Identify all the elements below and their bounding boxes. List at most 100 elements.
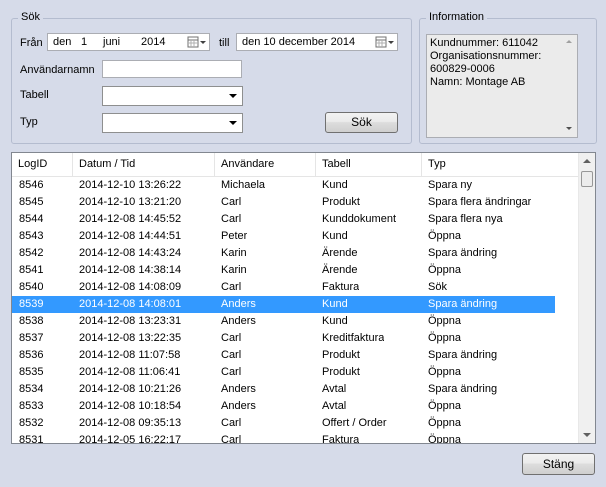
table-row[interactable]: 8541 2014-12-08 14:38:14 Karin Ärende Öppna [12,262,578,279]
cell-datetime: 2014-12-08 14:08:09 [79,281,182,293]
cell-logid: 8532 [19,417,44,429]
table-row[interactable]: 8532 2014-12-08 09:35:13 Carl Offert / Orde… [12,415,578,432]
cell-logid: 8546 [19,179,44,191]
cell-type: Spara ändring [428,298,498,310]
cell-type: Spara ändring [428,383,498,395]
table-select[interactable] [102,86,243,106]
cell-datetime: 2014-12-08 11:06:41 [79,366,181,378]
cell-type: Öppna [428,434,462,444]
username-input[interactable] [102,60,242,78]
cell-user: Anders [221,298,256,310]
cell-logid: 8535 [19,366,44,378]
calendar-dropdown-icon[interactable] [187,36,207,49]
cell-user: Anders [221,383,256,395]
from-date-picker[interactable]: den 1 juni 2014 [47,33,210,51]
cell-table: Avtal [322,400,347,412]
cell-user: Carl [221,332,242,344]
information-group-title: Information [426,11,488,23]
table-row[interactable]: 8542 2014-12-08 14:43:24 Karin Ärende Spara … [12,245,578,262]
search-button[interactable]: Sök [325,112,398,133]
cell-type: Spara ändring [428,247,498,259]
cell-logid: 8544 [19,213,44,225]
cell-datetime: 2014-12-08 09:35:13 [79,417,182,429]
column-header-logid[interactable]: LogID [12,153,73,176]
log-list-scrollbar[interactable] [578,153,595,443]
table-row[interactable]: 8539 2014-12-08 14:08:01 Anders Kund Spara ä… [12,296,555,313]
cell-table: Kund [322,230,348,242]
cell-type: Sök [428,281,447,293]
type-select[interactable] [102,113,243,133]
cell-user: Anders [221,400,256,412]
chevron-down-icon[interactable] [229,94,237,98]
cell-user: Carl [221,366,242,378]
cell-table: Ärende [322,264,358,276]
column-header-user[interactable]: Användare [215,153,316,176]
cell-table: Kund [322,298,348,310]
cell-datetime: 2014-12-08 14:44:51 [79,230,182,242]
cell-user: Carl [221,417,242,429]
cell-datetime: 2014-12-08 11:07:58 [79,349,181,361]
scroll-down-icon[interactable] [583,433,591,437]
table-row[interactable]: 8535 2014-12-08 11:06:41 Carl Produkt Öppna [12,364,578,381]
cell-type: Spara flera nya [428,213,503,225]
cell-table: Produkt [322,196,360,208]
from-date-day[interactable]: 1 [81,36,87,48]
cell-logid: 8541 [19,264,44,276]
cell-type: Öppna [428,315,462,327]
cell-logid: 8531 [19,434,44,444]
column-header-datetime[interactable]: Datum / Tid [73,153,215,176]
table-label: Tabell [20,89,49,101]
from-date-year[interactable]: 2014 [141,36,165,48]
scroll-up-icon[interactable] [583,159,591,163]
table-row[interactable]: 8543 2014-12-08 14:44:51 Peter Kund Öppna [12,228,578,245]
information-textbox[interactable]: Kundnummer: 611042 Organisationsnummer: … [426,34,578,138]
table-row[interactable]: 8533 2014-12-08 10:18:54 Anders Avtal Öppna [12,398,578,415]
cell-logid: 8542 [19,247,44,259]
cell-user: Michaela [221,179,266,191]
scroll-thumb[interactable] [581,171,593,187]
cell-table: Kund [322,315,348,327]
cell-user: Peter [221,230,248,242]
table-row[interactable]: 8536 2014-12-08 11:07:58 Carl Produkt Spara … [12,347,578,364]
cell-datetime: 2014-12-08 14:08:01 [79,298,182,310]
calendar-dropdown-icon[interactable] [375,36,395,49]
cell-type: Spara ny [428,179,473,191]
table-row[interactable]: 8537 2014-12-08 13:22:35 Carl Kreditfaktura… [12,330,578,347]
from-date-month[interactable]: juni [103,36,120,48]
cell-table: Kunddokument [322,213,396,225]
cell-user: Anders [221,315,256,327]
cell-datetime: 2014-12-08 13:22:35 [79,332,182,344]
column-header-table[interactable]: Tabell [316,153,422,176]
info-line: Kundnummer: 611042 [430,37,539,49]
table-row[interactable]: 8540 2014-12-08 14:08:09 Carl Faktura Sök [12,279,578,296]
table-row[interactable]: 8546 2014-12-10 13:26:22 Michaela Kund Spara… [12,177,578,194]
cell-type: Spara ändring [428,349,498,361]
cell-table: Faktura [322,434,360,444]
column-header-type[interactable]: Typ [422,153,580,176]
cell-datetime: 2014-12-05 16:22:17 [79,434,182,444]
cell-logid: 8543 [19,230,44,242]
cell-type: Spara flera ändringar [428,196,532,208]
information-scrollbar[interactable] [561,35,577,137]
table-row[interactable]: 8534 2014-12-08 10:21:26 Anders Avtal Spara … [12,381,578,398]
to-date-picker[interactable]: den 10 december 2014 [236,33,398,51]
table-row[interactable]: 8545 2014-12-10 13:21:20 Carl Produkt Spara … [12,194,578,211]
cell-logid: 8545 [19,196,44,208]
close-button[interactable]: Stäng [522,453,595,475]
table-row[interactable]: 8531 2014-12-05 16:22:17 Carl Faktura Öppna [12,432,578,444]
cell-datetime: 2014-12-10 13:21:20 [79,196,182,208]
cell-user: Carl [221,434,242,444]
table-row[interactable]: 8538 2014-12-08 13:23:31 Anders Kund Öppna [12,313,578,330]
cell-table: Avtal [322,383,347,395]
cell-type: Öppna [428,417,462,429]
log-list[interactable]: LogID Datum / Tid Användare Tabell Typ 8… [11,152,596,444]
cell-table: Offert / Order [322,417,387,429]
table-row[interactable]: 8544 2014-12-08 14:45:52 Carl Kunddokument S… [12,211,578,228]
from-label: Från [20,37,43,49]
cell-logid: 8539 [19,298,44,310]
chevron-down-icon[interactable] [229,121,237,125]
to-date-text[interactable]: den 10 december 2014 [242,36,355,48]
cell-user: Carl [221,213,242,225]
cell-table: Produkt [322,366,360,378]
type-label: Typ [20,116,38,128]
